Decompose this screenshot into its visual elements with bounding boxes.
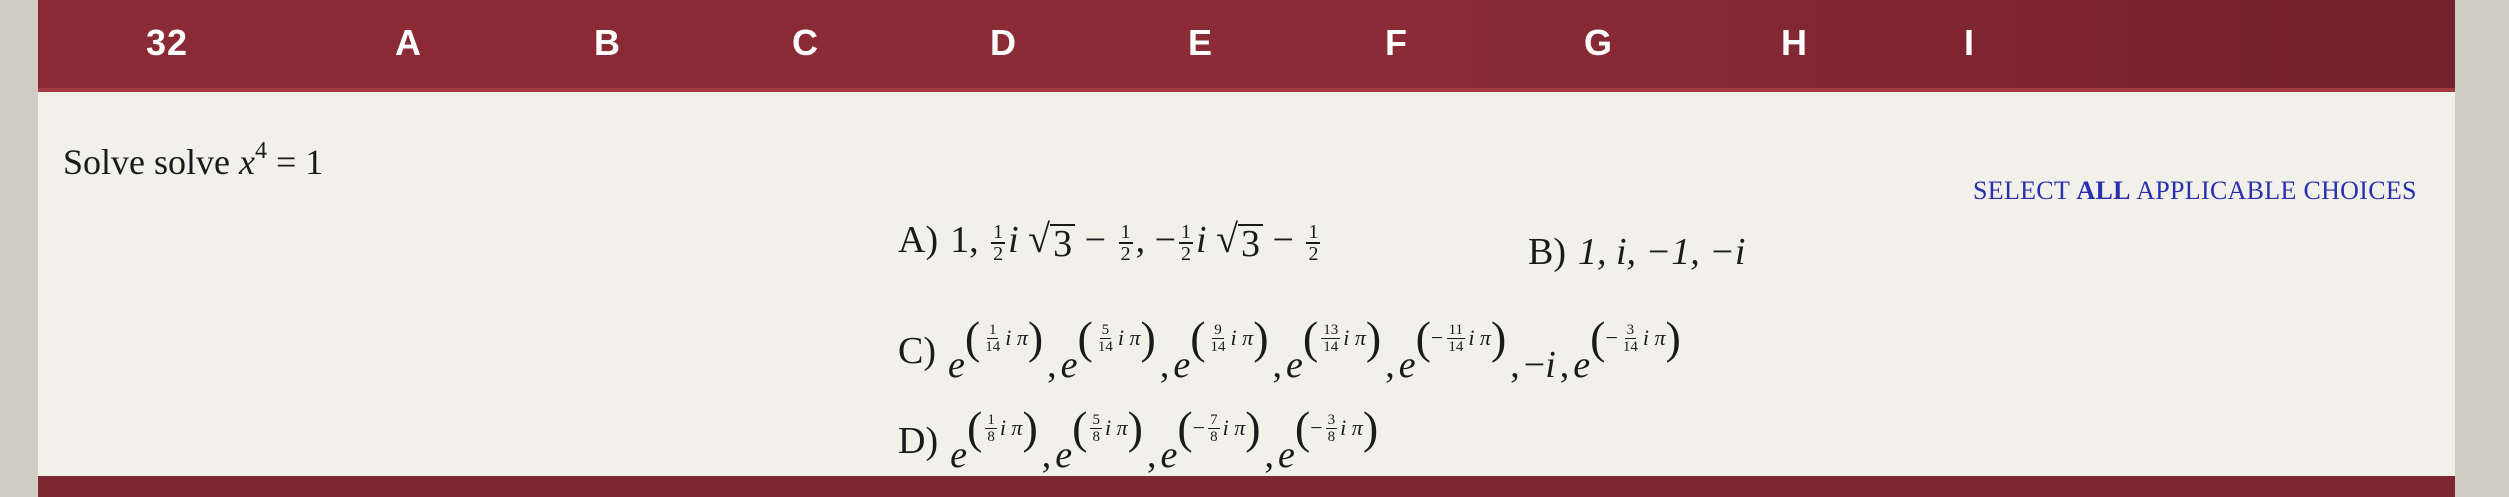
select-all-instruction: SELECT ALL APPLICABLE CHOICES: [1973, 176, 2417, 206]
footer-bar: [38, 476, 2455, 497]
instruction-pre: SELECT: [1973, 176, 2077, 205]
choice-c[interactable]: C) e(1 14 i π), e(5 14 i π), e(9 14 i π), e(13 14 i…: [898, 315, 1681, 387]
instruction-bold: ALL: [2076, 176, 2131, 205]
instruction-post: APPLICABLE CHOICES: [2130, 176, 2417, 205]
question-prefix: Solve solve: [63, 142, 239, 182]
header-col-d[interactable]: D: [990, 22, 1017, 64]
choice-a-math: 1, 12i √ 3 − 12, −1 2 i √ 3 − 12: [950, 216, 1321, 266]
choice-d-math: e(1 8 i π), e(5 8 i π), e(−7 8 i π), e(−3 8 i π): [950, 402, 1379, 477]
header-col-e[interactable]: E: [1188, 22, 1213, 64]
column-header-bar: 32 A B C D E F G H I: [38, 0, 2455, 92]
header-col-f[interactable]: F: [1385, 22, 1408, 64]
header-col-c[interactable]: C: [792, 22, 819, 64]
header-col-g[interactable]: G: [1584, 22, 1613, 64]
header-col-a[interactable]: A: [395, 22, 422, 64]
choice-b-math: 1, i, −1, −i: [1578, 231, 1746, 273]
question-text: Solve solve x4 = 1: [63, 138, 323, 183]
header-question-number: 32: [146, 22, 189, 63]
quiz-frame: 32 A B C D E F G H I Solve solve x4 = 1 …: [38, 0, 2455, 497]
choice-a-label: A): [898, 218, 939, 261]
choice-d-label: D): [898, 420, 939, 462]
question-power: 4: [254, 138, 267, 164]
choice-b-label: B): [1528, 231, 1566, 273]
question-variable: x: [239, 142, 255, 182]
header-col-i[interactable]: I: [1964, 22, 1975, 64]
header-col-h[interactable]: H: [1781, 22, 1808, 64]
choice-a[interactable]: A) 1, 12i √ 3 − 12, −1 2 i √ 3 − 12: [898, 215, 1323, 264]
choice-d[interactable]: D) e(1 8 i π), e(5 8 i π), e(−7 8 i π), e(−3 8 i π): [898, 405, 1378, 477]
choice-c-math: e(1 14 i π), e(5 14 i π), e(9 14 i π), e(13 14 i π)…: [948, 312, 1681, 387]
choice-b[interactable]: B) 1, i, −1, −i: [1528, 230, 1745, 274]
choice-c-label: C): [898, 330, 936, 372]
header-col-b[interactable]: B: [594, 22, 621, 64]
question-rhs: = 1: [266, 142, 324, 182]
